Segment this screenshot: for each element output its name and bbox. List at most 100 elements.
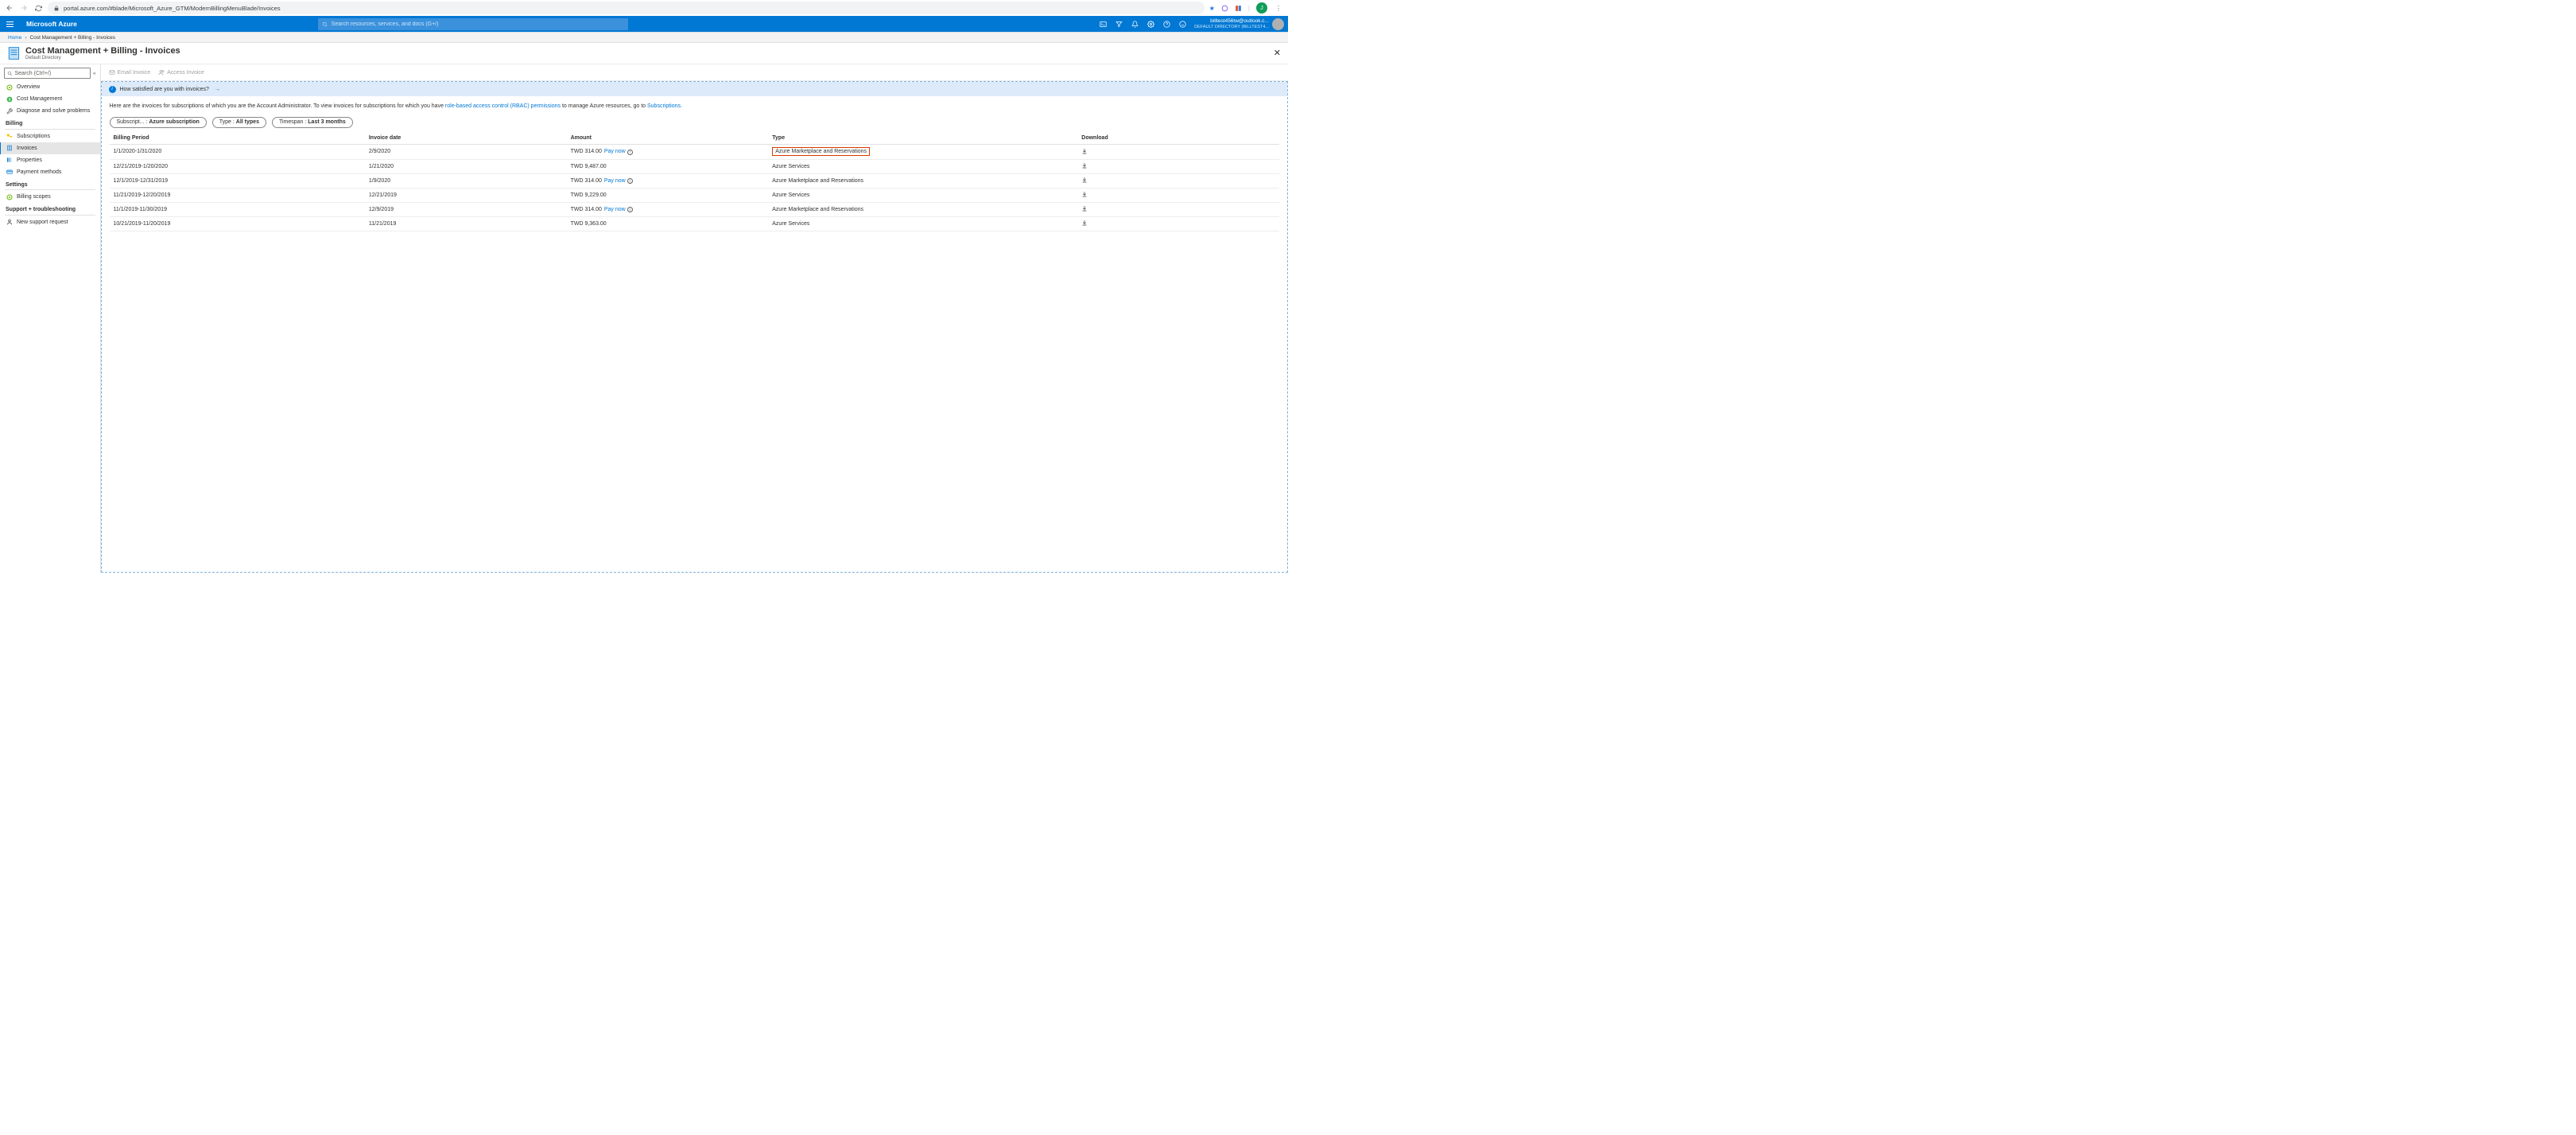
filter-timespan[interactable]: Timespan : Last 3 months xyxy=(272,117,353,128)
th-invoice-date[interactable]: Invoice date xyxy=(365,132,567,145)
sidebar-item-properties[interactable]: Properties xyxy=(0,154,100,166)
sidebar-item-invoices[interactable]: Invoices xyxy=(0,142,100,154)
filter-subscription[interactable]: Subscript... : Azure subscription xyxy=(110,117,207,128)
info-icon: i xyxy=(109,86,116,93)
sidebar-item-cost-management[interactable]: $ Cost Management xyxy=(0,93,100,105)
email-invoice-button[interactable]: Email Invoice xyxy=(109,69,151,76)
breadcrumb: Home › Cost Management + Billing - Invoi… xyxy=(0,32,1288,43)
svg-text:$: $ xyxy=(8,97,10,101)
filter-pills: Subscript... : Azure subscription Type :… xyxy=(102,117,1288,132)
command-bar: Email Invoice Access Invoice xyxy=(101,64,1289,81)
wrench-icon xyxy=(6,107,13,115)
browser-toolbar: portal.azure.com/#blade/Microsoft_Azure_… xyxy=(0,0,1288,16)
address-bar[interactable]: portal.azure.com/#blade/Microsoft_Azure_… xyxy=(48,2,1205,14)
access-invoice-button[interactable]: Access Invoice xyxy=(158,69,204,76)
table-row[interactable]: 11/21/2019-12/20/201912/21/2019TWD 9,229… xyxy=(110,188,1280,202)
pay-now-link[interactable]: Pay now xyxy=(604,207,626,212)
chrome-profile-avatar[interactable]: J xyxy=(1256,2,1267,14)
page-title: Cost Management + Billing - Invoices xyxy=(25,46,180,56)
sidebar-item-payment-methods[interactable]: Payment methods xyxy=(0,166,100,178)
th-type[interactable]: Type xyxy=(768,132,1077,145)
lock-icon xyxy=(53,6,60,11)
sidebar-item-subscriptions[interactable]: Subscriptions xyxy=(0,130,100,142)
card-icon xyxy=(6,169,13,176)
table-row[interactable]: 1/1/2020-1/31/20202/9/2020TWD 314.00Pay … xyxy=(110,144,1280,159)
feedback-banner[interactable]: i How satisfied are you with invoices? → xyxy=(102,82,1288,96)
document-icon xyxy=(6,145,13,152)
cloud-shell-icon[interactable] xyxy=(1095,16,1111,32)
person-icon xyxy=(158,69,165,76)
forward-icon[interactable] xyxy=(19,3,29,13)
info-icon[interactable]: i xyxy=(627,178,633,184)
url-text: portal.azure.com/#blade/Microsoft_Azure_… xyxy=(64,5,281,12)
description-text: Here are the invoices for subscriptions … xyxy=(102,96,1288,117)
settings-gear-icon[interactable] xyxy=(1143,16,1158,32)
sidebar-header-billing: Billing xyxy=(0,117,100,128)
sidebar-header-settings: Settings xyxy=(0,178,100,189)
download-icon[interactable] xyxy=(1081,191,1088,197)
portal-menu-button[interactable] xyxy=(0,16,19,32)
azure-header: Microsoft Azure billtest456tw@outlook.c.… xyxy=(0,16,1288,32)
extension-icon-1[interactable] xyxy=(1221,5,1228,12)
account-directory: DEFAULT DIRECTORY (BILLTEST4... xyxy=(1194,25,1269,30)
th-download[interactable]: Download xyxy=(1077,132,1279,145)
pay-now-link[interactable]: Pay now xyxy=(604,149,626,154)
blade-header: Cost Management + Billing - Invoices Def… xyxy=(0,43,1288,64)
search-icon xyxy=(322,21,328,27)
breadcrumb-home[interactable]: Home xyxy=(8,35,21,41)
sidebar: Search (Ctrl+/) « Overview $ Cost Manage… xyxy=(0,64,101,573)
overview-icon xyxy=(6,84,13,91)
account-menu[interactable]: billtest456tw@outlook.c... DEFAULT DIREC… xyxy=(1190,18,1288,30)
global-search-input[interactable] xyxy=(332,21,624,27)
reload-icon[interactable] xyxy=(33,3,43,13)
global-search[interactable] xyxy=(318,18,628,30)
collapse-sidebar-button[interactable]: « xyxy=(93,71,96,76)
table-row[interactable]: 11/1/2019-11/30/201912/9/2019TWD 314.00P… xyxy=(110,202,1280,216)
help-icon[interactable] xyxy=(1158,16,1174,32)
directory-filter-icon[interactable] xyxy=(1111,16,1127,32)
feedback-icon[interactable] xyxy=(1174,16,1190,32)
subscriptions-link[interactable]: Subscriptions. xyxy=(647,103,682,109)
search-icon xyxy=(7,71,13,76)
invoices-blade-icon xyxy=(7,46,21,60)
download-icon[interactable] xyxy=(1081,162,1088,169)
notifications-icon[interactable] xyxy=(1127,16,1143,32)
download-icon[interactable] xyxy=(1081,148,1088,154)
breadcrumb-current: Cost Management + Billing - Invoices xyxy=(30,35,115,41)
sidebar-item-diagnose[interactable]: Diagnose and solve problems xyxy=(0,105,100,117)
download-icon[interactable] xyxy=(1081,220,1088,226)
main-content: Email Invoice Access Invoice i How satis… xyxy=(101,64,1289,573)
brand-label[interactable]: Microsoft Azure xyxy=(19,20,84,28)
chrome-menu-icon[interactable]: ⋮ xyxy=(1274,3,1283,13)
properties-icon xyxy=(6,157,13,164)
info-icon[interactable]: i xyxy=(627,207,633,212)
bookmark-star-icon[interactable]: ★ xyxy=(1209,5,1215,12)
th-billing-period[interactable]: Billing Period xyxy=(110,132,365,145)
page-subtitle: Default Directory xyxy=(25,56,180,60)
arrow-icon: → xyxy=(215,87,220,92)
extension-icon-2[interactable] xyxy=(1235,5,1242,12)
back-icon[interactable] xyxy=(5,3,14,13)
table-row[interactable]: 10/21/2019-11/20/201911/21/2019TWD 9,363… xyxy=(110,216,1280,231)
table-row[interactable]: 12/1/2019-12/31/20191/9/2020TWD 314.00Pa… xyxy=(110,173,1280,188)
invoices-table: Billing Period Invoice date Amount Type … xyxy=(110,132,1280,231)
pay-now-link[interactable]: Pay now xyxy=(604,178,626,184)
mail-icon xyxy=(109,69,115,76)
sidebar-search[interactable]: Search (Ctrl+/) xyxy=(4,68,91,79)
scopes-icon xyxy=(6,193,13,200)
download-icon[interactable] xyxy=(1081,177,1088,183)
sidebar-item-new-support[interactable]: New support request xyxy=(0,216,100,228)
key-icon xyxy=(6,133,13,140)
download-icon[interactable] xyxy=(1081,205,1088,212)
sidebar-item-overview[interactable]: Overview xyxy=(0,81,100,93)
cost-icon: $ xyxy=(6,95,13,103)
sidebar-item-billing-scopes[interactable]: Billing scopes xyxy=(0,191,100,203)
filter-type[interactable]: Type : All types xyxy=(212,117,266,128)
table-row[interactable]: 12/21/2019-1/20/20201/21/2020TWD 9,487.0… xyxy=(110,159,1280,173)
support-icon xyxy=(6,219,13,226)
rbac-link[interactable]: role-based access control (RBAC) permiss… xyxy=(445,103,561,109)
info-icon[interactable]: i xyxy=(627,150,633,155)
close-blade-button[interactable]: ✕ xyxy=(1274,48,1281,58)
account-email: billtest456tw@outlook.c... xyxy=(1194,18,1269,25)
th-amount[interactable]: Amount xyxy=(567,132,769,145)
